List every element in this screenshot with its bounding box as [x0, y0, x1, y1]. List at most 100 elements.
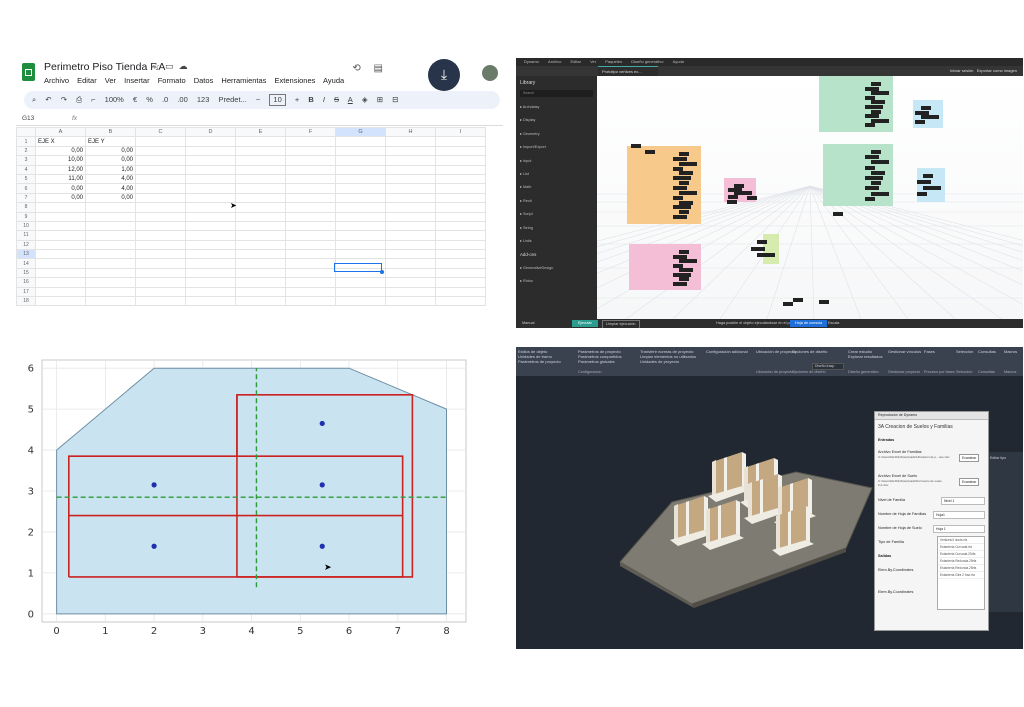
print-icon[interactable]: ⎙ — [76, 95, 82, 104]
cell[interactable] — [335, 192, 386, 204]
library-item[interactable]: ▸ Geometry — [516, 128, 597, 141]
graph-node[interactable] — [679, 277, 689, 281]
cell[interactable] — [185, 239, 236, 251]
menu-extensiones[interactable]: Extensiones — [275, 76, 316, 85]
cell[interactable] — [335, 155, 386, 166]
graph-node[interactable] — [673, 215, 687, 220]
node-group[interactable] — [629, 244, 701, 290]
graph-node[interactable] — [923, 186, 941, 190]
dynamo-menu-item[interactable]: Dynamo — [524, 59, 539, 64]
cell[interactable]: 11,00 — [35, 173, 86, 185]
cell[interactable] — [335, 286, 386, 298]
font-select[interactable]: Predet... — [218, 95, 246, 104]
strike-button[interactable]: S — [334, 95, 339, 104]
library-item[interactable]: ▸ Import/Export — [516, 141, 597, 154]
cell[interactable] — [285, 220, 336, 232]
dynamo-menu-item[interactable]: Paquetes — [605, 59, 622, 64]
cell[interactable] — [285, 258, 336, 269]
cell[interactable] — [235, 286, 286, 298]
graph-node[interactable] — [673, 186, 687, 190]
cell[interactable] — [85, 296, 136, 307]
node-group[interactable] — [823, 144, 893, 206]
selected-cell[interactable] — [334, 263, 384, 274]
menu-ayuda[interactable]: Ayuda — [323, 76, 344, 85]
cell[interactable] — [135, 202, 186, 213]
cell[interactable] — [285, 277, 336, 288]
row-header[interactable]: 9 — [16, 211, 36, 222]
cell[interactable] — [285, 239, 336, 251]
graph-node[interactable] — [673, 195, 683, 200]
graph-node[interactable] — [865, 95, 875, 100]
cell[interactable] — [185, 220, 236, 232]
dynamo-menu-item[interactable]: Editar — [571, 59, 581, 64]
cell[interactable] — [185, 267, 236, 279]
spreadsheet-grid[interactable]: A B C D E F G H I 1 EJE X EJE Y 2 0,00 0,00 3 10,00 0,00 4… — [16, 126, 486, 307]
cell[interactable] — [185, 277, 236, 288]
node-group[interactable] — [819, 76, 893, 132]
export-image-link[interactable]: Exportar como imagen — [977, 68, 1017, 73]
cell[interactable] — [235, 277, 286, 288]
graph-node[interactable] — [673, 176, 691, 181]
graph-node[interactable] — [865, 196, 875, 201]
graph-node[interactable] — [673, 166, 683, 171]
cell[interactable] — [135, 173, 186, 185]
cell[interactable]: 0,00 — [35, 192, 86, 204]
row-header[interactable]: 15 — [16, 267, 36, 279]
dropdown-option[interactable]: Estanteria Curvada.rfa — [938, 544, 984, 551]
row-header[interactable]: 11 — [16, 230, 36, 241]
graph-node[interactable] — [819, 300, 829, 304]
cell[interactable] — [385, 202, 436, 213]
graph-node[interactable] — [673, 156, 687, 161]
cell[interactable] — [135, 258, 186, 269]
cell[interactable] — [385, 145, 436, 157]
cell[interactable]: EJE X — [35, 136, 86, 147]
search-icon[interactable]: ⌕ — [32, 95, 36, 104]
cell[interactable] — [335, 211, 386, 222]
currency-button[interactable]: € — [133, 95, 137, 104]
library-item[interactable]: ▸ List — [516, 168, 597, 181]
hoja-suelo-input[interactable]: Hoja 1 — [933, 525, 985, 533]
row-header[interactable]: 7 — [16, 192, 36, 204]
graph-node[interactable] — [679, 181, 689, 186]
cell[interactable] — [385, 164, 436, 175]
cell[interactable] — [235, 296, 286, 307]
column-header[interactable]: I — [435, 126, 486, 138]
cell[interactable] — [35, 296, 86, 307]
library-search-input[interactable]: Search — [520, 90, 593, 97]
row-header[interactable]: 2 — [16, 145, 36, 157]
cell[interactable] — [185, 211, 236, 222]
row-header[interactable]: 5 — [16, 173, 36, 185]
library-item[interactable]: ▸ Math — [516, 181, 597, 194]
cell[interactable] — [85, 230, 136, 241]
cell[interactable] — [135, 211, 186, 222]
graph-node[interactable] — [917, 180, 931, 184]
cell[interactable] — [385, 192, 436, 204]
cell[interactable] — [85, 220, 136, 232]
cell[interactable] — [335, 230, 386, 241]
cell[interactable] — [135, 249, 186, 260]
cell[interactable] — [335, 220, 386, 232]
cell[interactable]: 10,00 — [35, 155, 86, 166]
row-header[interactable]: 4 — [16, 164, 36, 175]
cell[interactable] — [235, 183, 286, 194]
cell[interactable] — [385, 267, 436, 279]
column-header[interactable]: G — [335, 126, 386, 138]
graph-node[interactable] — [679, 250, 689, 254]
graph-node[interactable] — [923, 174, 933, 178]
login-link[interactable]: Iniciar sesión — [950, 68, 973, 73]
cell[interactable] — [185, 145, 236, 157]
redo-icon[interactable]: ↷ — [61, 95, 67, 104]
cell[interactable] — [235, 136, 286, 147]
cell[interactable] — [235, 258, 286, 269]
graph-node[interactable] — [673, 263, 683, 268]
graph-node[interactable] — [865, 123, 875, 128]
cell[interactable]: 0,00 — [35, 183, 86, 194]
cell[interactable] — [185, 249, 236, 260]
graph-canvas[interactable] — [597, 76, 1023, 319]
dropdown-option[interactable]: Estanteria Redonda.25rfa — [938, 565, 984, 572]
cell[interactable] — [135, 220, 186, 232]
ribbon-button[interactable]: Fases — [924, 349, 935, 354]
graph-node[interactable] — [679, 161, 697, 166]
ribbon-group[interactable]: Transferir normas de proyecto Limpiar ele… — [640, 349, 696, 364]
graph-node[interactable] — [673, 272, 691, 277]
